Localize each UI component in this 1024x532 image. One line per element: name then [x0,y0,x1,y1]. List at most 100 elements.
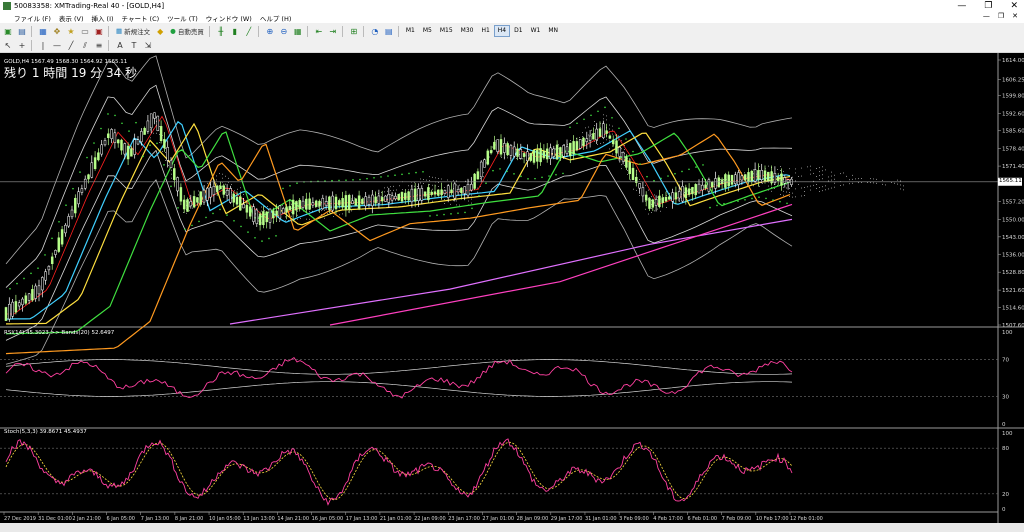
sar-dot [72,187,74,190]
sar-dot [758,196,760,198]
cloud-dot [843,172,844,174]
vertical-line-icon[interactable]: | [37,40,49,52]
cloud-dot [348,211,349,213]
mdi-restore-button[interactable]: ❐ [998,12,1004,20]
menu-insert[interactable]: 挿入 (I) [91,13,113,23]
fibonacci-icon[interactable]: ≡ [93,40,105,52]
timeframe-d1[interactable]: D1 [510,25,526,37]
candle-body [628,162,631,175]
timeframe-mn[interactable]: MN [544,25,562,37]
chart-canvas[interactable]: 1614.00 1606.25 1599.80 1592.60 1585.60 1578.… [0,53,1024,523]
candle-body [54,250,57,255]
sar-dot [695,166,697,168]
tester-icon[interactable]: ▣ [93,25,105,37]
menu-help[interactable]: ヘルプ (H) [260,13,292,23]
candle-body [559,147,562,156]
cloud-dot [471,194,472,196]
timeframe-w1[interactable]: W1 [527,25,545,37]
mdi-close-button[interactable]: ✕ [1012,12,1018,20]
cloud-dot [240,187,241,189]
maximize-button[interactable]: ❐ [984,1,992,11]
new-order-button[interactable]: ▦ 新規注文 [114,25,152,37]
candle-body [146,120,150,132]
trendline-icon[interactable]: ╱ [65,40,77,52]
sar-dot [667,175,669,177]
candle-body [539,148,542,163]
tile-windows-icon[interactable]: ▦ [292,25,304,37]
templates-icon[interactable]: ▤ [383,25,395,37]
timeframe-h4[interactable]: H4 [493,25,511,37]
minimize-button[interactable]: — [957,1,966,11]
cloud-dot [627,174,628,175]
candle-body [318,200,321,207]
cloud-dot [876,182,877,184]
text-icon[interactable]: A [114,40,126,52]
cloud-dot [744,172,745,174]
menu-window[interactable]: ウィンドウ (W) [206,13,252,23]
navigator-icon[interactable]: ★ [65,25,77,37]
candle-body [314,200,318,207]
sar-dot [779,200,781,203]
mdi-minimize-button[interactable]: — [983,12,990,20]
indicators-icon[interactable]: ⊞ [348,25,360,37]
timeframe-m1[interactable]: M1 [402,25,419,37]
cloud-dot [654,202,655,204]
metaeditor-icon[interactable]: ◆ [154,25,166,37]
horizontal-line-icon[interactable]: — [51,40,63,52]
sar-dot [100,127,102,130]
zoom-in-icon[interactable]: ⊕ [264,25,276,37]
timeframe-h1[interactable]: H1 [477,25,493,37]
line-chart-icon[interactable]: ╱ [243,25,255,37]
time-label: 27 Jan 01:00 [482,516,514,522]
cloud-dot [582,136,583,138]
equidistant-channel-icon[interactable]: ⫽ [79,40,91,52]
cloud-dot [687,190,688,192]
periods-icon[interactable]: ◔ [369,25,381,37]
market-watch-icon[interactable]: ▦ [37,25,49,37]
menu-chart[interactable]: チャート (C) [122,13,160,23]
chart-window[interactable]: 1614.00 1606.25 1599.80 1592.60 1585.60 1578.… [0,53,1024,523]
cloud-dot [171,169,172,171]
terminal-icon[interactable]: ▭ [79,25,91,37]
text-label-icon[interactable]: T [128,40,140,52]
arrows-icon[interactable]: ⇲ [142,40,154,52]
candle-body [311,202,315,206]
profiles-icon[interactable]: ▤ [16,25,28,37]
crosshair-icon[interactable]: + [16,40,28,52]
cloud-dot [603,118,604,120]
menu-file[interactable]: ファイル (F) [14,13,51,23]
cloud-dot [318,206,319,208]
time-label: 31 Dec 01:00 [38,516,72,522]
auto-trading-button[interactable]: ● 自動売買 [168,25,206,37]
bar-chart-icon[interactable]: ╫ [215,25,227,37]
menu-view[interactable]: 表示 (V) [59,13,84,23]
cloud-dot [603,142,604,144]
sar-dot [331,179,333,182]
autoscroll-icon[interactable]: ⇤ [313,25,325,37]
new-chart-icon[interactable]: ▣ [2,25,14,37]
cloud-dot [759,185,760,187]
close-button[interactable]: ✕ [1010,1,1018,11]
menu-tools[interactable]: ツール (T) [167,13,198,23]
cloud-dot [225,175,226,177]
cloud-dot [351,198,352,200]
cloud-dot [645,208,646,210]
cursor-icon[interactable]: ↖ [2,40,14,52]
cloud-dot [651,208,652,210]
time-label: 3 Feb 09:00 [619,516,649,522]
candlestick-icon[interactable]: ▮ [229,25,241,37]
zoom-out-icon[interactable]: ⊖ [278,25,290,37]
timeframe-m15[interactable]: M15 [436,25,457,37]
candle-body [288,206,292,211]
sar-dot [688,168,690,171]
data-window-icon[interactable]: ✥ [51,25,63,37]
cloud-dot [786,191,787,193]
cloud-dot [408,189,409,191]
cloud-dot [585,127,586,129]
candle-body [295,201,298,211]
chart-shift-icon[interactable]: ⇥ [327,25,339,37]
time-label: 31 Jan 01:00 [585,516,617,522]
cloud-dot [291,203,292,205]
timeframe-m30[interactable]: M30 [457,25,478,37]
timeframe-m5[interactable]: M5 [419,25,436,37]
